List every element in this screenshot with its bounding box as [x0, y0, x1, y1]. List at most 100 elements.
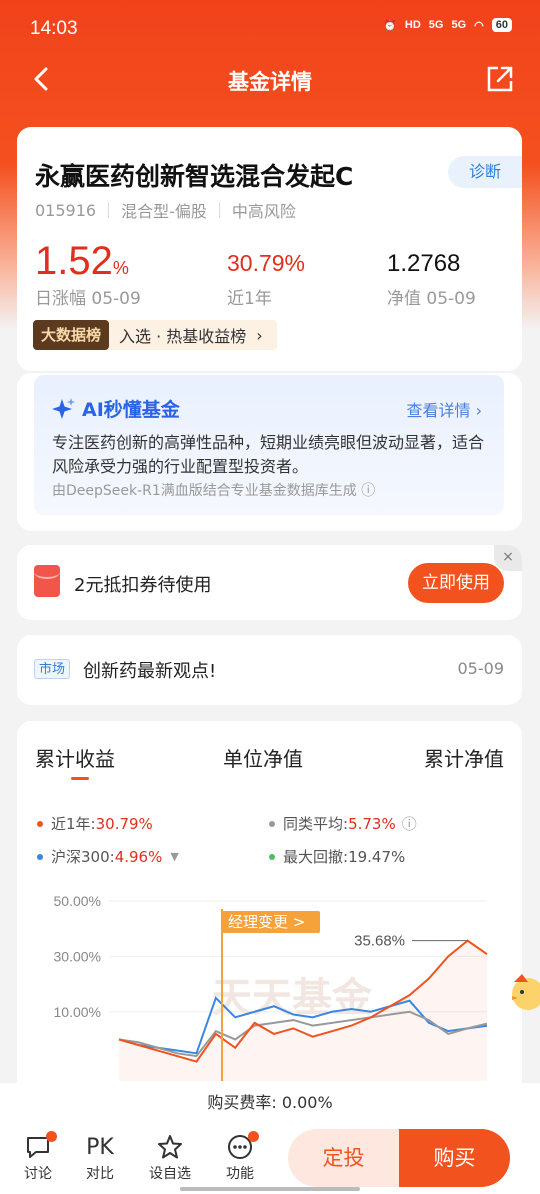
buy-button[interactable]: 购买: [399, 1129, 510, 1187]
news-date: 05-09: [457, 659, 505, 678]
daily-change: 1.52%: [35, 239, 129, 284]
functions-button[interactable]: 功能: [215, 1131, 265, 1183]
daily-change-label: 日涨幅 05-09: [35, 289, 141, 309]
action-buttons: 定投 购买: [288, 1129, 510, 1187]
info-icon[interactable]: ⓘ: [361, 483, 375, 499]
diagnose-button[interactable]: 诊断: [448, 156, 522, 188]
y-tick-label: 30.00%: [54, 948, 101, 964]
chevron-right-icon: ›: [256, 325, 263, 345]
return-chart[interactable]: 50.00%30.00%10.00% 天天基金经理变更 >35.68%: [17, 881, 522, 1111]
battery-icon: 60: [491, 18, 512, 32]
chevron-right-icon: ›: [475, 401, 482, 420]
legend-fund-value: 30.79%: [95, 814, 153, 833]
bigdata-text: 入选 · 热基收益榜: [119, 327, 247, 346]
daily-change-value: 1.52: [35, 239, 113, 283]
ai-footnote-text: 由DeepSeek-R1满血版结合专业基金数据库生成: [52, 483, 357, 499]
close-icon[interactable]: ×: [494, 545, 522, 571]
signal-5g-icon-2: 5G: [451, 19, 467, 31]
ai-detail-text: 查看详情: [406, 401, 471, 420]
coupon-text: 2元抵扣券待使用: [74, 575, 212, 596]
ai-footnote: 由DeepSeek-R1满血版结合专业基金数据库生成 ⓘ: [52, 480, 375, 500]
legend-fund: 近1年: 30.79%: [37, 813, 153, 834]
legend-peer-label: 同类平均:: [283, 815, 349, 833]
bigdata-badge: 大数据榜: [33, 320, 110, 350]
ai-card: AI秒懂基金 查看详情 › 专注医药创新的高弹性品种，短期业绩亮眼但波动显著，适…: [17, 373, 522, 531]
status-icons: ⏰ HD 5G 5G ◠ 60: [383, 18, 512, 32]
nav-value: 1.2768: [387, 250, 461, 277]
legend-index[interactable]: 沪深300: 4.96% ▼: [37, 846, 179, 867]
ai-summary-text: 专注医药创新的高弹性品种，短期业绩亮眼但波动显著，适合风险承受力强的行业配置型投…: [52, 433, 485, 476]
fund-type: 混合型-偏股: [121, 202, 207, 221]
legend-drawdown: 最大回撤: 19.47%: [269, 846, 405, 867]
legend-dot: [269, 853, 275, 860]
share-icon: [487, 66, 513, 92]
compare-label: 对比: [86, 1166, 114, 1182]
discuss-button[interactable]: 讨论: [13, 1131, 63, 1183]
legend-fund-label: 近1年:: [51, 815, 96, 833]
manager-change-label: 经理变更 >: [228, 913, 305, 931]
legend-index-label: 沪深300:: [51, 848, 115, 866]
nav-value-label: 净值 05-09: [387, 289, 476, 309]
more-icon: [215, 1131, 265, 1163]
signal-5g-icon: 5G: [428, 19, 444, 31]
legend-drawdown-value: 19.47%: [348, 847, 406, 866]
legend-peer-value: 5.73%: [348, 814, 396, 833]
news-title: 创新药最新观点!: [83, 661, 217, 682]
legend-dot: [37, 853, 43, 860]
add-watchlist-button[interactable]: 设自选: [145, 1131, 195, 1183]
chart-card: 累计收益 单位净值 累计净值 近1年: 30.79% 同类平均: 5.73% ⓘ 沪…: [17, 721, 522, 1101]
compare-button[interactable]: PK 对比: [75, 1131, 125, 1183]
divider: [218, 202, 220, 218]
auto-invest-button[interactable]: 定投: [288, 1129, 399, 1187]
chat-icon: [13, 1131, 63, 1163]
hd-icon: HD: [404, 19, 421, 31]
info-icon[interactable]: ⓘ: [402, 813, 417, 834]
nav-bar: 基金详情: [0, 55, 540, 105]
discuss-label: 讨论: [24, 1166, 52, 1182]
year-return: 30.79%: [227, 250, 306, 276]
fund-name: 永赢医药创新智选混合发起C: [35, 162, 354, 191]
chick-icon: [512, 974, 540, 1010]
ai-detail-link[interactable]: 查看详情 ›: [406, 397, 482, 421]
purchase-fee: 购买费率: 0.00%: [0, 1083, 540, 1123]
fund-summary-card: 永赢医药创新智选混合发起C 诊断 015916 混合型-偏股 中高风险 1.52…: [17, 127, 522, 371]
tab-cumulative-nav[interactable]: 累计净值: [424, 743, 504, 772]
news-card[interactable]: 市场 创新药最新观点! 05-09: [17, 635, 522, 705]
star-icon: [145, 1131, 195, 1163]
legend-index-value: 4.96%: [114, 847, 163, 866]
watchlist-label: 设自选: [149, 1166, 191, 1182]
legend-peer: 同类平均: 5.73% ⓘ: [269, 813, 417, 834]
legend-dot: [269, 820, 275, 827]
red-packet-icon: [34, 565, 60, 597]
status-bar: 14:03 ⏰ HD 5G 5G ◠ 60: [0, 0, 540, 60]
use-coupon-button[interactable]: 立即使用: [408, 563, 504, 603]
divider: [108, 202, 110, 218]
notification-dot: [248, 1131, 259, 1142]
year-return-label: 近1年: [227, 289, 272, 309]
y-tick-label: 10.00%: [54, 1004, 101, 1020]
max-value-label: 35.68%: [354, 933, 405, 950]
legend-drawdown-label: 最大回撤:: [283, 848, 349, 866]
mascot-icon[interactable]: [506, 968, 540, 1012]
ai-title: AI秒懂基金: [52, 395, 180, 422]
alarm-icon: ⏰: [383, 19, 397, 32]
ai-summary-box: AI秒懂基金 查看详情 › 专注医药创新的高弹性品种，短期业绩亮眼但波动显著，适…: [34, 375, 504, 515]
news-tag: 市场: [34, 659, 71, 679]
legend-dot: [37, 820, 43, 827]
home-indicator: [180, 1187, 360, 1191]
fund-risk: 中高风险: [231, 202, 296, 221]
tab-unit-nav[interactable]: 单位净值: [223, 743, 303, 772]
caret-down-icon: ▼: [170, 850, 179, 863]
functions-label: 功能: [226, 1166, 254, 1182]
page-title: 基金详情: [228, 70, 312, 94]
bottom-bar: 讨论 PK 对比 设自选 功能 定投 购买: [0, 1123, 540, 1194]
status-time: 14:03: [30, 18, 78, 39]
bigdata-rank-link[interactable]: 大数据榜 入选 · 热基收益榜 ›: [33, 320, 277, 350]
daily-change-unit: %: [112, 258, 129, 278]
y-tick-label: 50.00%: [54, 893, 101, 909]
coupon-card: 2元抵扣券待使用 立即使用 ×: [17, 545, 522, 620]
wifi-icon: ◠: [474, 19, 484, 32]
fund-code: 015916: [35, 200, 97, 220]
share-button[interactable]: [484, 63, 516, 95]
tab-cumulative-return[interactable]: 累计收益: [35, 743, 115, 780]
